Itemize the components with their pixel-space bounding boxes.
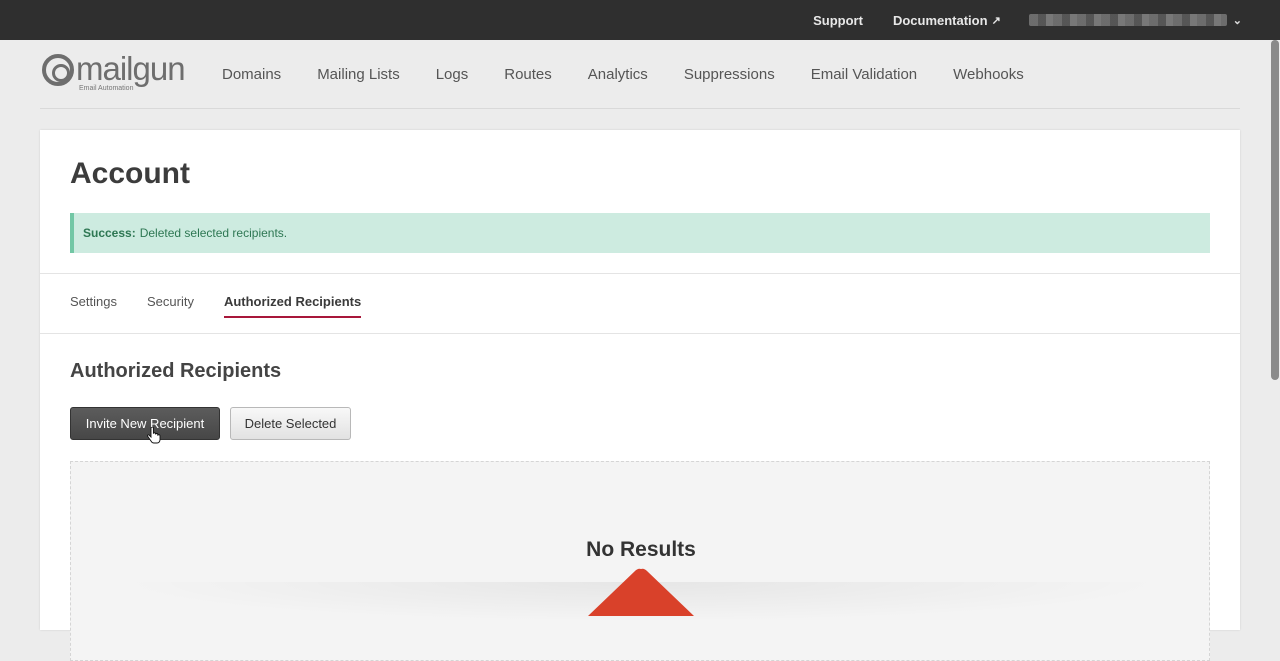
nav-logs[interactable]: Logs	[436, 66, 469, 83]
page-scrollbar[interactable]	[1271, 40, 1279, 380]
main-header: mailgun Email Automation Domains Mailing…	[40, 40, 1240, 109]
nav-mailing-lists[interactable]: Mailing Lists	[317, 66, 400, 83]
success-alert: Success: Deleted selected recipients.	[70, 213, 1210, 253]
tab-settings[interactable]: Settings	[70, 294, 117, 318]
section-title: Authorized Recipients	[70, 360, 282, 382]
support-link[interactable]: Support	[813, 13, 863, 28]
results-panel: No Results	[70, 461, 1210, 661]
logo-wordmark: mailgun	[76, 50, 186, 87]
warning-illustration-icon	[588, 568, 694, 616]
tab-authorized-recipients[interactable]: Authorized Recipients	[223, 294, 362, 318]
top-bar: Support Documentation ↗ ⌄	[0, 0, 1280, 40]
account-menu[interactable]: ⌄	[1028, 14, 1242, 27]
account-tabs: Settings Security Authorized Recipients	[70, 294, 391, 318]
alert-message: Deleted selected recipients.	[139, 226, 288, 240]
alert-strong: Success:	[83, 226, 136, 240]
tab-security[interactable]: Security	[147, 294, 194, 318]
mailgun-logo[interactable]: mailgun Email Automation	[42, 50, 187, 96]
delete-selected-button[interactable]: Delete Selected	[230, 407, 351, 440]
documentation-label: Documentation	[892, 12, 988, 28]
chevron-down-icon: ⌄	[1232, 14, 1242, 27]
nav-domains[interactable]: Domains	[222, 66, 281, 83]
documentation-link[interactable]: Documentation ↗	[893, 13, 1001, 28]
nav-webhooks[interactable]: Webhooks	[953, 66, 1024, 83]
divider	[40, 273, 1240, 274]
at-sign-icon	[42, 54, 74, 86]
logo-tagline: Email Automation	[79, 85, 134, 92]
nav-analytics[interactable]: Analytics	[588, 66, 648, 83]
main-nav: Domains Mailing Lists Logs Routes Analyt…	[222, 66, 1060, 83]
account-card: Account Success: Deleted selected recipi…	[40, 130, 1240, 661]
external-link-icon: ↗	[991, 14, 1001, 27]
invite-new-recipient-button[interactable]: Invite New Recipient	[70, 407, 220, 440]
divider	[40, 333, 1240, 334]
page-title: Account	[70, 157, 190, 190]
empty-state-heading: No Results	[586, 538, 696, 561]
account-name-redacted	[1028, 14, 1227, 26]
nav-suppressions[interactable]: Suppressions	[684, 66, 775, 83]
hand-cursor-icon	[147, 427, 161, 444]
nav-routes[interactable]: Routes	[504, 66, 552, 83]
nav-email-validation[interactable]: Email Validation	[811, 66, 917, 83]
